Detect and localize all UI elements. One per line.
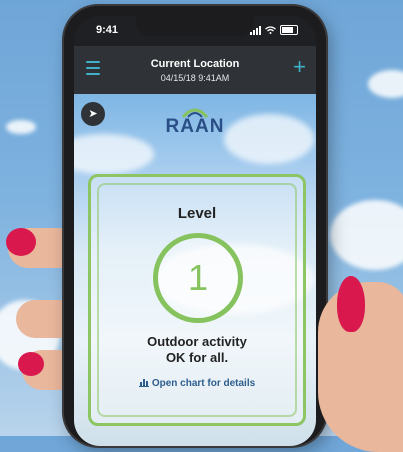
level-card: Level 1 Outdoor activity OK for all. Ope…: [88, 174, 306, 426]
level-value: 1: [153, 233, 243, 323]
app-bar: Current Location 04/15/18 9:41AM +: [74, 46, 316, 94]
battery-icon: [280, 25, 298, 35]
level-label: Level: [177, 205, 217, 222]
location-timestamp: 04/15/18 9:41AM: [160, 73, 230, 83]
notch: [136, 16, 254, 36]
phone-screen: 9:41 Current Location 04/15/18 9:41AM + …: [74, 16, 316, 446]
status-time: 9:41: [96, 24, 119, 36]
sky-cloud: [368, 70, 403, 98]
background-cloud: [74, 134, 154, 174]
sky-cloud: [6, 120, 36, 134]
sky-cloud: [330, 200, 403, 270]
fingernail: [337, 276, 365, 332]
main-content: ➤ RAAN Level 1 Outdoor activity OK for a…: [74, 94, 316, 446]
wifi-icon: [265, 26, 276, 34]
chart-icon: [138, 379, 149, 387]
signal-icon: [250, 25, 261, 35]
status-message: Outdoor activity OK for all.: [91, 334, 303, 366]
status-bar: 9:41: [74, 16, 316, 46]
fingernail: [6, 228, 36, 256]
open-chart-label: Open chart for details: [151, 378, 256, 389]
status-icons: [250, 25, 298, 35]
app-logo: RAAN: [74, 106, 316, 138]
open-chart-link[interactable]: Open chart for details: [91, 378, 303, 389]
phone-device: 9:41 Current Location 04/15/18 9:41AM + …: [64, 6, 326, 446]
location-title: Current Location: [150, 58, 240, 70]
plus-icon[interactable]: +: [293, 56, 306, 78]
status-message-line1: Outdoor activity: [147, 334, 247, 349]
fingernail: [18, 352, 44, 376]
logo-text: RAAN: [165, 116, 225, 137]
status-message-line2: OK for all.: [165, 350, 229, 365]
